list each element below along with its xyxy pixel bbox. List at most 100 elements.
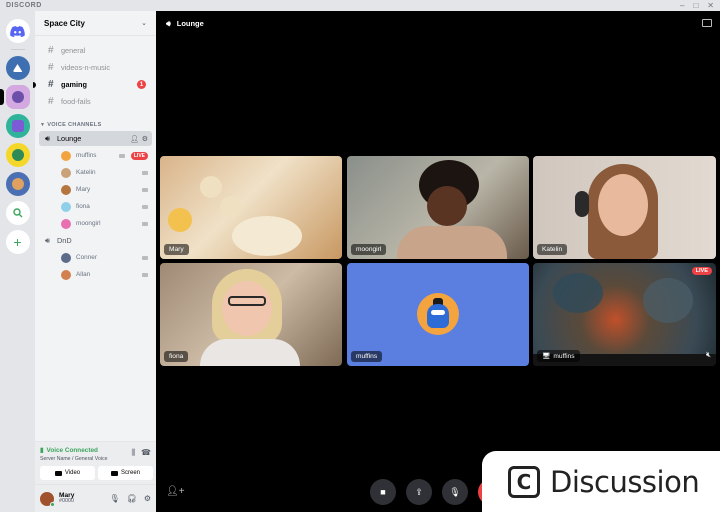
screen-share-tile[interactable]: LIVE 🖥︎ muffins 🔇︎: [533, 263, 716, 366]
signal-icon: ▮: [40, 447, 44, 454]
face: [222, 281, 272, 336]
disconnect-icon[interactable]: ☎︎: [141, 448, 151, 458]
screen-icon: [110, 470, 118, 476]
avatar: [61, 269, 71, 280]
terrain: [553, 273, 603, 313]
hash-icon: #: [48, 79, 54, 90]
watermark: C Discussion: [482, 451, 720, 512]
server-icon-2[interactable]: [0, 85, 30, 109]
user-controls: 🎙︎ 🎧︎ ⚙︎: [110, 494, 151, 503]
screen-label: Screen: [120, 470, 140, 476]
server-icon-1[interactable]: [5, 56, 30, 80]
server-rail: +: [0, 11, 35, 512]
speaker-icon: 🔊︎: [166, 18, 171, 28]
gear-icon[interactable]: ⚙︎: [142, 135, 148, 143]
channel-gaming[interactable]: # gaming 1: [33, 76, 152, 93]
headphones: [575, 191, 589, 217]
channel-general[interactable]: # general: [39, 42, 152, 59]
plant-icon: [11, 149, 24, 161]
grid-layout-icon[interactable]: [702, 19, 712, 27]
server-icon-5[interactable]: [5, 172, 30, 196]
invite-icon[interactable]: 👤︎+: [166, 486, 185, 497]
online-status-icon: [50, 501, 55, 507]
hash-icon: #: [48, 62, 54, 73]
caret-down-icon: ▼: [40, 121, 46, 128]
microphone-icon[interactable]: 🎙︎: [110, 494, 120, 503]
voice-member[interactable]: Allan: [39, 266, 152, 283]
screen-icon: 🖥︎: [542, 353, 551, 360]
camera-icon: [142, 272, 148, 277]
voice-channel-lounge[interactable]: 🔊︎ Lounge 👤︎ ⚙︎: [39, 131, 152, 146]
voice-controls: ⫼ ☎︎: [131, 448, 151, 458]
stage-channel-name: Lounge: [176, 19, 204, 28]
voice-member[interactable]: Mary: [39, 181, 152, 198]
voice-member[interactable]: Conner: [39, 249, 152, 266]
avatar[interactable]: [40, 491, 55, 507]
gear-icon[interactable]: ⚙︎: [144, 494, 151, 503]
screen-share-button[interactable]: ⇪: [406, 479, 432, 505]
channel-food-fails[interactable]: # food-fails: [39, 93, 152, 110]
noise-suppression-icon[interactable]: ⫼: [131, 448, 135, 458]
video-tile[interactable]: fiona: [160, 263, 342, 366]
video-tile[interactable]: Katelin: [533, 156, 716, 259]
glasses: [228, 296, 266, 306]
screen-share-button[interactable]: Screen: [98, 466, 153, 480]
live-badge: LIVE: [691, 267, 712, 275]
unread-indicator: [33, 81, 36, 88]
video-tile[interactable]: Mary: [160, 156, 342, 259]
voice-action-buttons: Video Screen: [40, 466, 153, 480]
camera-icon: [142, 170, 148, 175]
channel-videos-n-music[interactable]: # videos-n-music: [39, 59, 152, 76]
voice-member[interactable]: Katelin: [39, 164, 152, 181]
watermark-text: Discussion: [550, 464, 700, 499]
participant-name: muffins: [351, 351, 383, 362]
live-badge: LIVE: [130, 151, 148, 160]
member-name: Mary: [76, 186, 91, 193]
avatar-icon: [11, 91, 24, 103]
camera-icon: [142, 187, 148, 192]
guild-name: Space City: [44, 18, 85, 28]
voice-member[interactable]: fiona: [39, 198, 152, 215]
maximize-icon[interactable]: □: [693, 1, 698, 10]
member-name: muffins: [76, 152, 97, 159]
participant-name: Mary: [164, 244, 189, 255]
headphones-icon[interactable]: 🎧︎: [127, 494, 137, 503]
guild-header[interactable]: Space City ⌄: [35, 11, 156, 36]
discord-logo-icon: [10, 25, 25, 37]
member-name: Conner: [76, 254, 97, 261]
video-button[interactable]: Video: [40, 466, 95, 480]
member-name: Katelin: [76, 169, 96, 176]
shirt: [397, 226, 507, 259]
category-label: VOICE CHANNELS: [47, 121, 102, 128]
camera-icon: [119, 153, 125, 158]
volume-muted-icon[interactable]: 🔇︎: [706, 350, 711, 360]
microphone-button[interactable]: 🎙︎: [442, 479, 468, 505]
voice-channel-label: DnD: [57, 236, 72, 245]
camera-icon: [54, 470, 62, 476]
voice-category[interactable]: ▼ VOICE CHANNELS: [35, 119, 156, 130]
server-icon-4[interactable]: [5, 143, 30, 167]
add-server-button[interactable]: +: [5, 230, 30, 254]
camera-icon: ■: [380, 487, 386, 497]
add-member-icon[interactable]: 👤︎: [130, 135, 139, 143]
camera-button[interactable]: ■: [370, 479, 396, 505]
home-button[interactable]: [5, 19, 30, 43]
channel-sidebar: Space City ⌄ # general # videos-n-music …: [33, 11, 156, 512]
minimize-icon[interactable]: –: [680, 1, 684, 10]
explore-button[interactable]: [5, 201, 30, 225]
close-icon[interactable]: ✕: [707, 1, 714, 10]
microphone-icon: 🎙︎: [449, 486, 461, 497]
voice-channel-dnd[interactable]: 🔊︎ DnD: [39, 233, 152, 248]
speaker-icon: 🔊︎: [45, 235, 51, 245]
plus-icon: +: [13, 234, 22, 250]
avatar: [61, 252, 71, 263]
hash-icon: #: [48, 96, 54, 107]
voice-member[interactable]: muffins LIVE: [39, 147, 152, 164]
voice-member[interactable]: moongirl: [39, 215, 152, 232]
participant-name: 🖥︎ muffins: [537, 350, 580, 362]
channel-label: general: [61, 46, 86, 55]
user-panel: Mary #0000 🎙︎ 🎧︎ ⚙︎: [35, 484, 156, 512]
server-icon-3[interactable]: [5, 114, 30, 138]
video-tile[interactable]: muffins: [347, 263, 529, 366]
video-tile[interactable]: moongirl: [347, 156, 529, 259]
